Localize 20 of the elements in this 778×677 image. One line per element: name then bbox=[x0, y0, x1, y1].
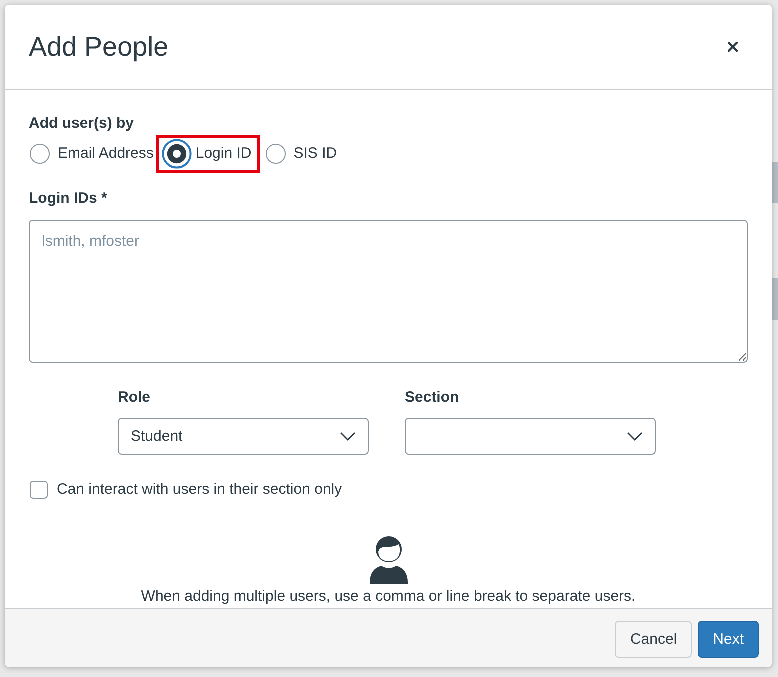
chevron-down-icon bbox=[627, 432, 643, 441]
hint-text: When adding multiple users, use a comma or line break to separate users. bbox=[141, 588, 636, 606]
radio-option[interactable]: Email Address bbox=[30, 144, 154, 164]
cancel-button[interactable]: Cancel bbox=[615, 621, 692, 658]
background-strip bbox=[772, 162, 778, 203]
select-field[interactable]: Student bbox=[118, 418, 369, 455]
field-label: Section bbox=[405, 389, 460, 407]
radio-option[interactable]: Login ID bbox=[162, 139, 252, 169]
field-label: Role bbox=[118, 389, 151, 407]
radio-option[interactable]: SIS ID bbox=[266, 144, 338, 164]
background-strip bbox=[772, 278, 778, 320]
group-label: Add user(s) by bbox=[29, 115, 134, 133]
dialog-title: Add People bbox=[29, 31, 169, 63]
chevron-down-icon bbox=[340, 432, 356, 441]
text-area-field[interactable]: lsmith, mfoster bbox=[29, 220, 748, 363]
checkbox-option[interactable]: Can interact with users in their section only bbox=[30, 481, 342, 499]
select-field[interactable] bbox=[405, 418, 656, 455]
next-button[interactable]: Next bbox=[698, 621, 759, 658]
field-label: Login IDs * bbox=[29, 190, 108, 208]
close-icon bbox=[728, 42, 738, 52]
